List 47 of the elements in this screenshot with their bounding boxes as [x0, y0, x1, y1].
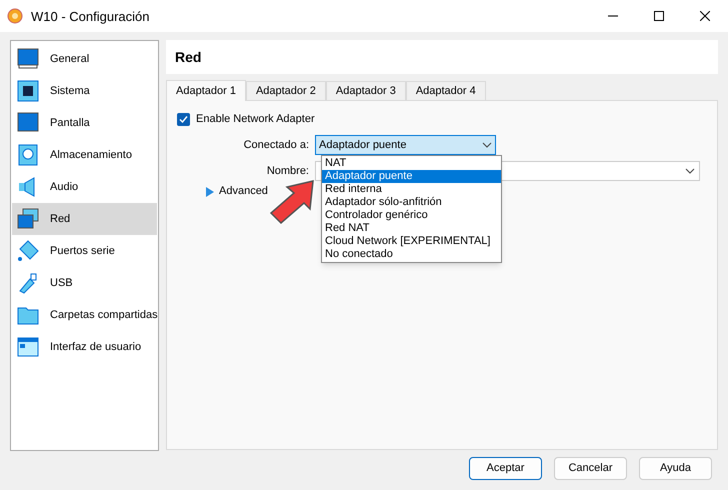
settings-category-icon	[16, 143, 40, 167]
close-icon	[700, 11, 710, 21]
category-item[interactable]: Audio	[12, 171, 157, 203]
category-item[interactable]: Pantalla	[12, 107, 157, 139]
dropdown-option[interactable]: Cloud Network [EXPERIMENTAL]	[322, 235, 501, 248]
dropdown-option[interactable]: Adaptador puente	[322, 170, 501, 183]
chevron-down-icon	[685, 168, 695, 174]
dialog-button[interactable]: Aceptar	[469, 457, 542, 480]
triangle-right-icon	[205, 186, 214, 196]
section-header: Red	[166, 40, 718, 74]
dropdown-option[interactable]: Adaptador sólo-anfitrión	[322, 196, 501, 209]
settings-category-icon	[16, 79, 40, 103]
dropdown-option[interactable]: Red interna	[322, 183, 501, 196]
category-item[interactable]: Sistema	[12, 75, 157, 107]
category-item[interactable]: General	[12, 43, 157, 75]
category-item[interactable]: Interfaz de usuario	[12, 331, 157, 363]
advanced-toggle[interactable]: Advanced	[205, 185, 268, 198]
checkmark-icon	[179, 114, 188, 124]
app-icon	[7, 8, 23, 24]
dialog-button[interactable]: Ayuda	[639, 457, 712, 480]
category-item[interactable]: Carpetas compartidas	[12, 299, 157, 331]
dropdown-option[interactable]: Red NAT	[322, 222, 501, 235]
category-item[interactable]: Puertos serie	[12, 235, 157, 267]
pointer-arrow-drawing	[267, 179, 317, 225]
dropdown-option[interactable]: NAT	[322, 157, 501, 170]
settings-category-icon	[16, 239, 40, 263]
maximize-icon	[654, 11, 664, 21]
attached-to-dropdown[interactable]: Adaptador puente	[315, 135, 496, 155]
window-title: W10 - Configuración	[31, 10, 150, 22]
tab[interactable]: Adaptador 4	[406, 81, 486, 100]
settings-category-icon	[16, 47, 40, 71]
dropdown-option[interactable]: No conectado	[322, 248, 501, 261]
tab[interactable]: Adaptador 2	[246, 81, 326, 100]
field-label: Nombre:	[266, 164, 310, 178]
dropdown-option[interactable]: Controlador genérico	[322, 209, 501, 222]
settings-category-icon	[16, 335, 40, 359]
tab[interactable]: Adaptador 1	[166, 80, 246, 101]
category-item[interactable]: USB	[12, 267, 157, 299]
tab[interactable]: Adaptador 3	[326, 81, 406, 100]
settings-category-icon	[16, 207, 40, 231]
chevron-down-icon	[482, 142, 492, 148]
category-item[interactable]: Red	[12, 203, 157, 235]
checkbox[interactable]	[177, 112, 190, 126]
category-item[interactable]: Almacenamiento	[12, 139, 157, 171]
checkbox-label: Enable Network Adapter	[196, 112, 315, 126]
field-label: Conectado a:	[242, 138, 310, 152]
dialog-button[interactable]: Cancelar	[554, 457, 627, 480]
